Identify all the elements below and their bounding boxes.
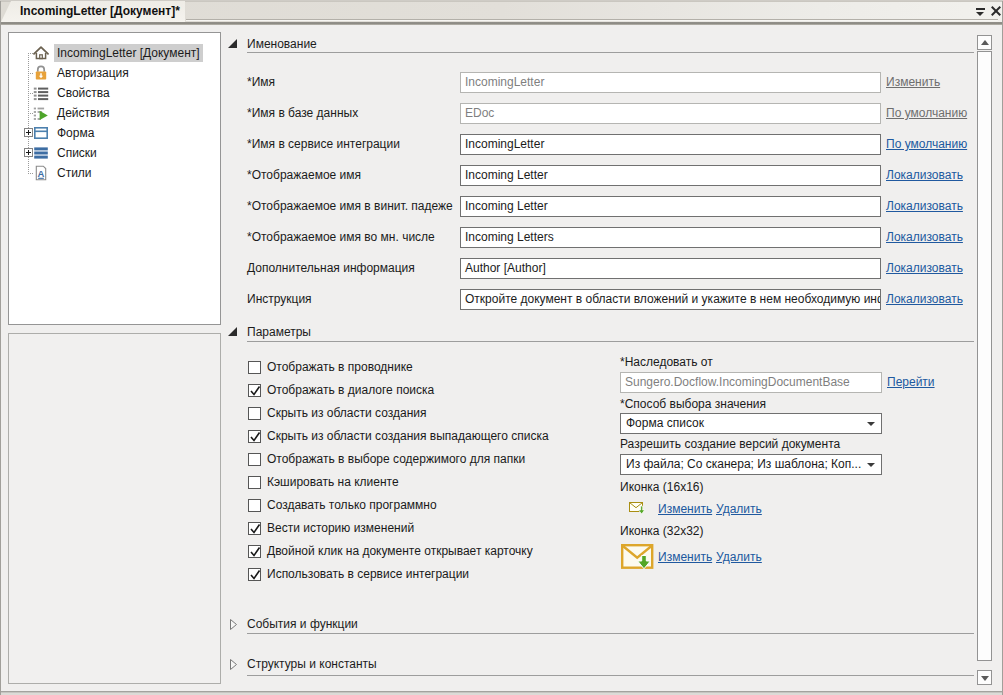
svg-text:A: A [38,168,45,179]
